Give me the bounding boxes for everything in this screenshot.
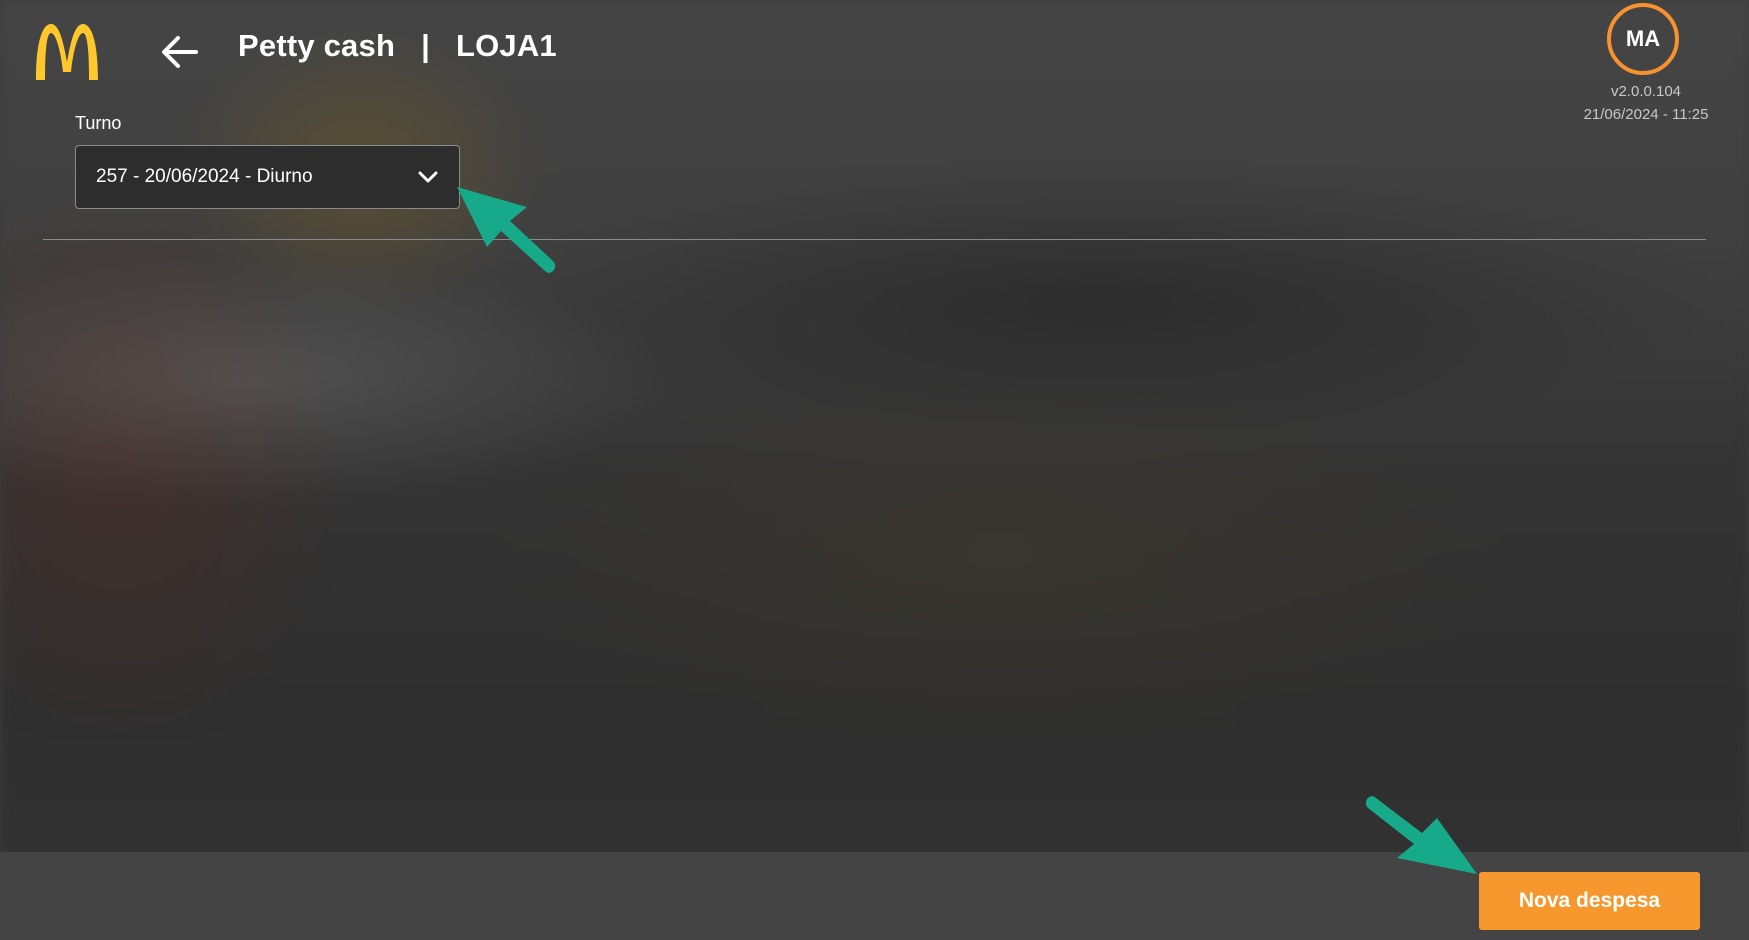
user-avatar[interactable]: MA: [1607, 3, 1679, 75]
app-version: v2.0.0.104: [1610, 83, 1682, 100]
page-title: Petty cash | LOJA1: [238, 28, 557, 64]
mcdonalds-logo-icon: [32, 22, 102, 80]
store-name: LOJA1: [455, 28, 557, 63]
shift-select[interactable]: 257 - 20/06/2024 - Diurno: [75, 145, 460, 209]
callout-arrow-icon: [457, 187, 556, 273]
page-title-text: Petty cash: [238, 28, 396, 63]
header-divider: [43, 239, 1706, 240]
new-expense-button[interactable]: Nova despesa: [1479, 872, 1700, 930]
chevron-down-icon: [417, 166, 439, 188]
petty-cash-screen: Petty cash | LOJA1 MA v2.0.0.104 21/06/202…: [0, 0, 1749, 940]
user-initials: MA: [1625, 26, 1661, 51]
shift-label: Turno: [75, 113, 122, 133]
current-datetime: 21/06/2024 - 11:25: [1583, 106, 1709, 123]
title-separator: |: [421, 28, 430, 63]
back-button[interactable]: [158, 30, 202, 74]
shift-selected-value: 257 - 20/06/2024 - Diurno: [96, 166, 313, 187]
arrow-left-icon: [162, 36, 198, 68]
callout-arrow-icon: [1365, 796, 1477, 874]
